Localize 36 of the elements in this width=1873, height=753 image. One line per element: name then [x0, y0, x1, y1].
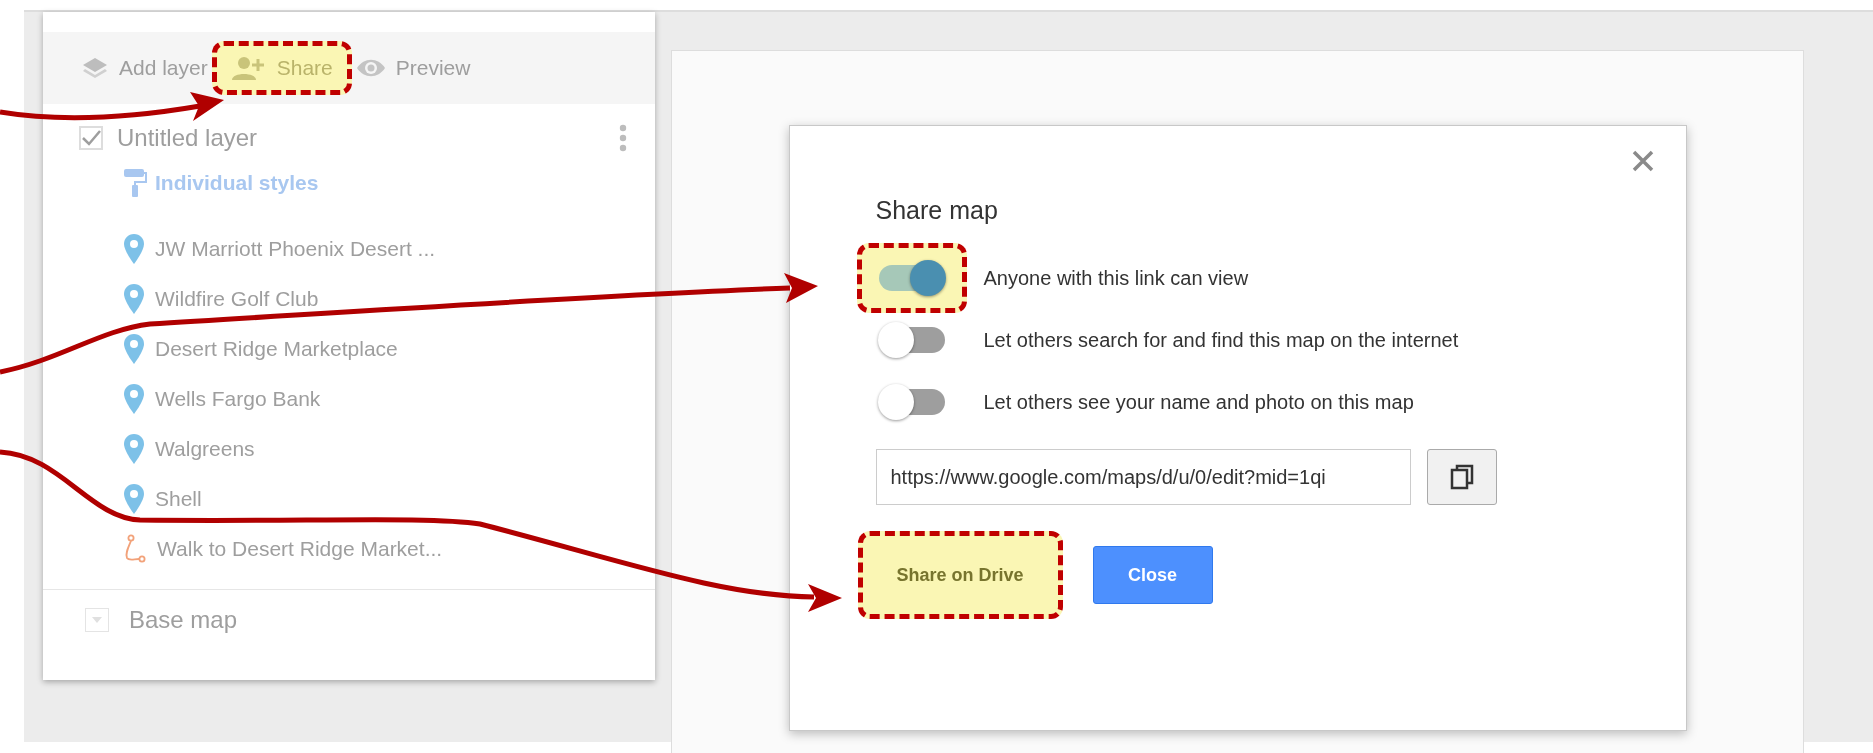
feature-item[interactable]: Desert Ridge Marketplace [155, 337, 398, 361]
copy-icon [1449, 464, 1474, 490]
close-button[interactable]: Close [1092, 546, 1213, 604]
preview-button[interactable]: Preview [351, 50, 475, 86]
more-options-icon[interactable] [619, 124, 627, 152]
feature-item[interactable]: Walgreens [155, 437, 255, 461]
share-on-drive-button[interactable]: Share on Drive [857, 531, 1063, 619]
map-pin-icon [123, 483, 145, 515]
feature-item[interactable]: JW Marriott Phoenix Desert ... [155, 237, 436, 261]
person-add-icon [230, 55, 267, 81]
base-map-title[interactable]: Base map [129, 606, 238, 634]
add-layer-button[interactable]: Add layer [77, 50, 212, 86]
route-icon [123, 534, 147, 564]
layer-checkbox[interactable] [79, 126, 103, 150]
paint-roller-icon [123, 168, 147, 198]
map-pin-icon [123, 283, 145, 315]
feature-item[interactable]: Walk to Desert Ridge Market... [157, 537, 443, 561]
eye-icon [355, 58, 386, 78]
toggle-label: Anyone with this link can view [983, 266, 1249, 290]
style-link[interactable]: Individual styles [155, 171, 319, 195]
share-button[interactable]: Share [211, 41, 352, 95]
dialog-title: Share map [875, 196, 999, 225]
toggle-switch[interactable] [856, 243, 967, 313]
feature-item[interactable]: Wildfire Golf Club [155, 287, 319, 311]
toggle-label: Let others search for and find this map on the internet [983, 328, 1459, 352]
map-pin-icon [123, 333, 145, 365]
link-field[interactable]: https://www.google.com/maps/d/u/0/edit?mid=1qi [875, 449, 1411, 505]
feature-item[interactable]: Wells Fargo Bank [155, 387, 321, 411]
copy-button[interactable] [1426, 449, 1497, 505]
feature-item[interactable]: Shell [155, 487, 202, 511]
map-pin-icon [123, 383, 145, 415]
layer-title[interactable]: Untitled layer [117, 124, 258, 152]
map-pin-icon [123, 233, 145, 265]
layers-icon [81, 56, 109, 80]
map-pin-icon [123, 433, 145, 465]
toggle-label: Let others see your name and photo on this map [983, 390, 1414, 414]
